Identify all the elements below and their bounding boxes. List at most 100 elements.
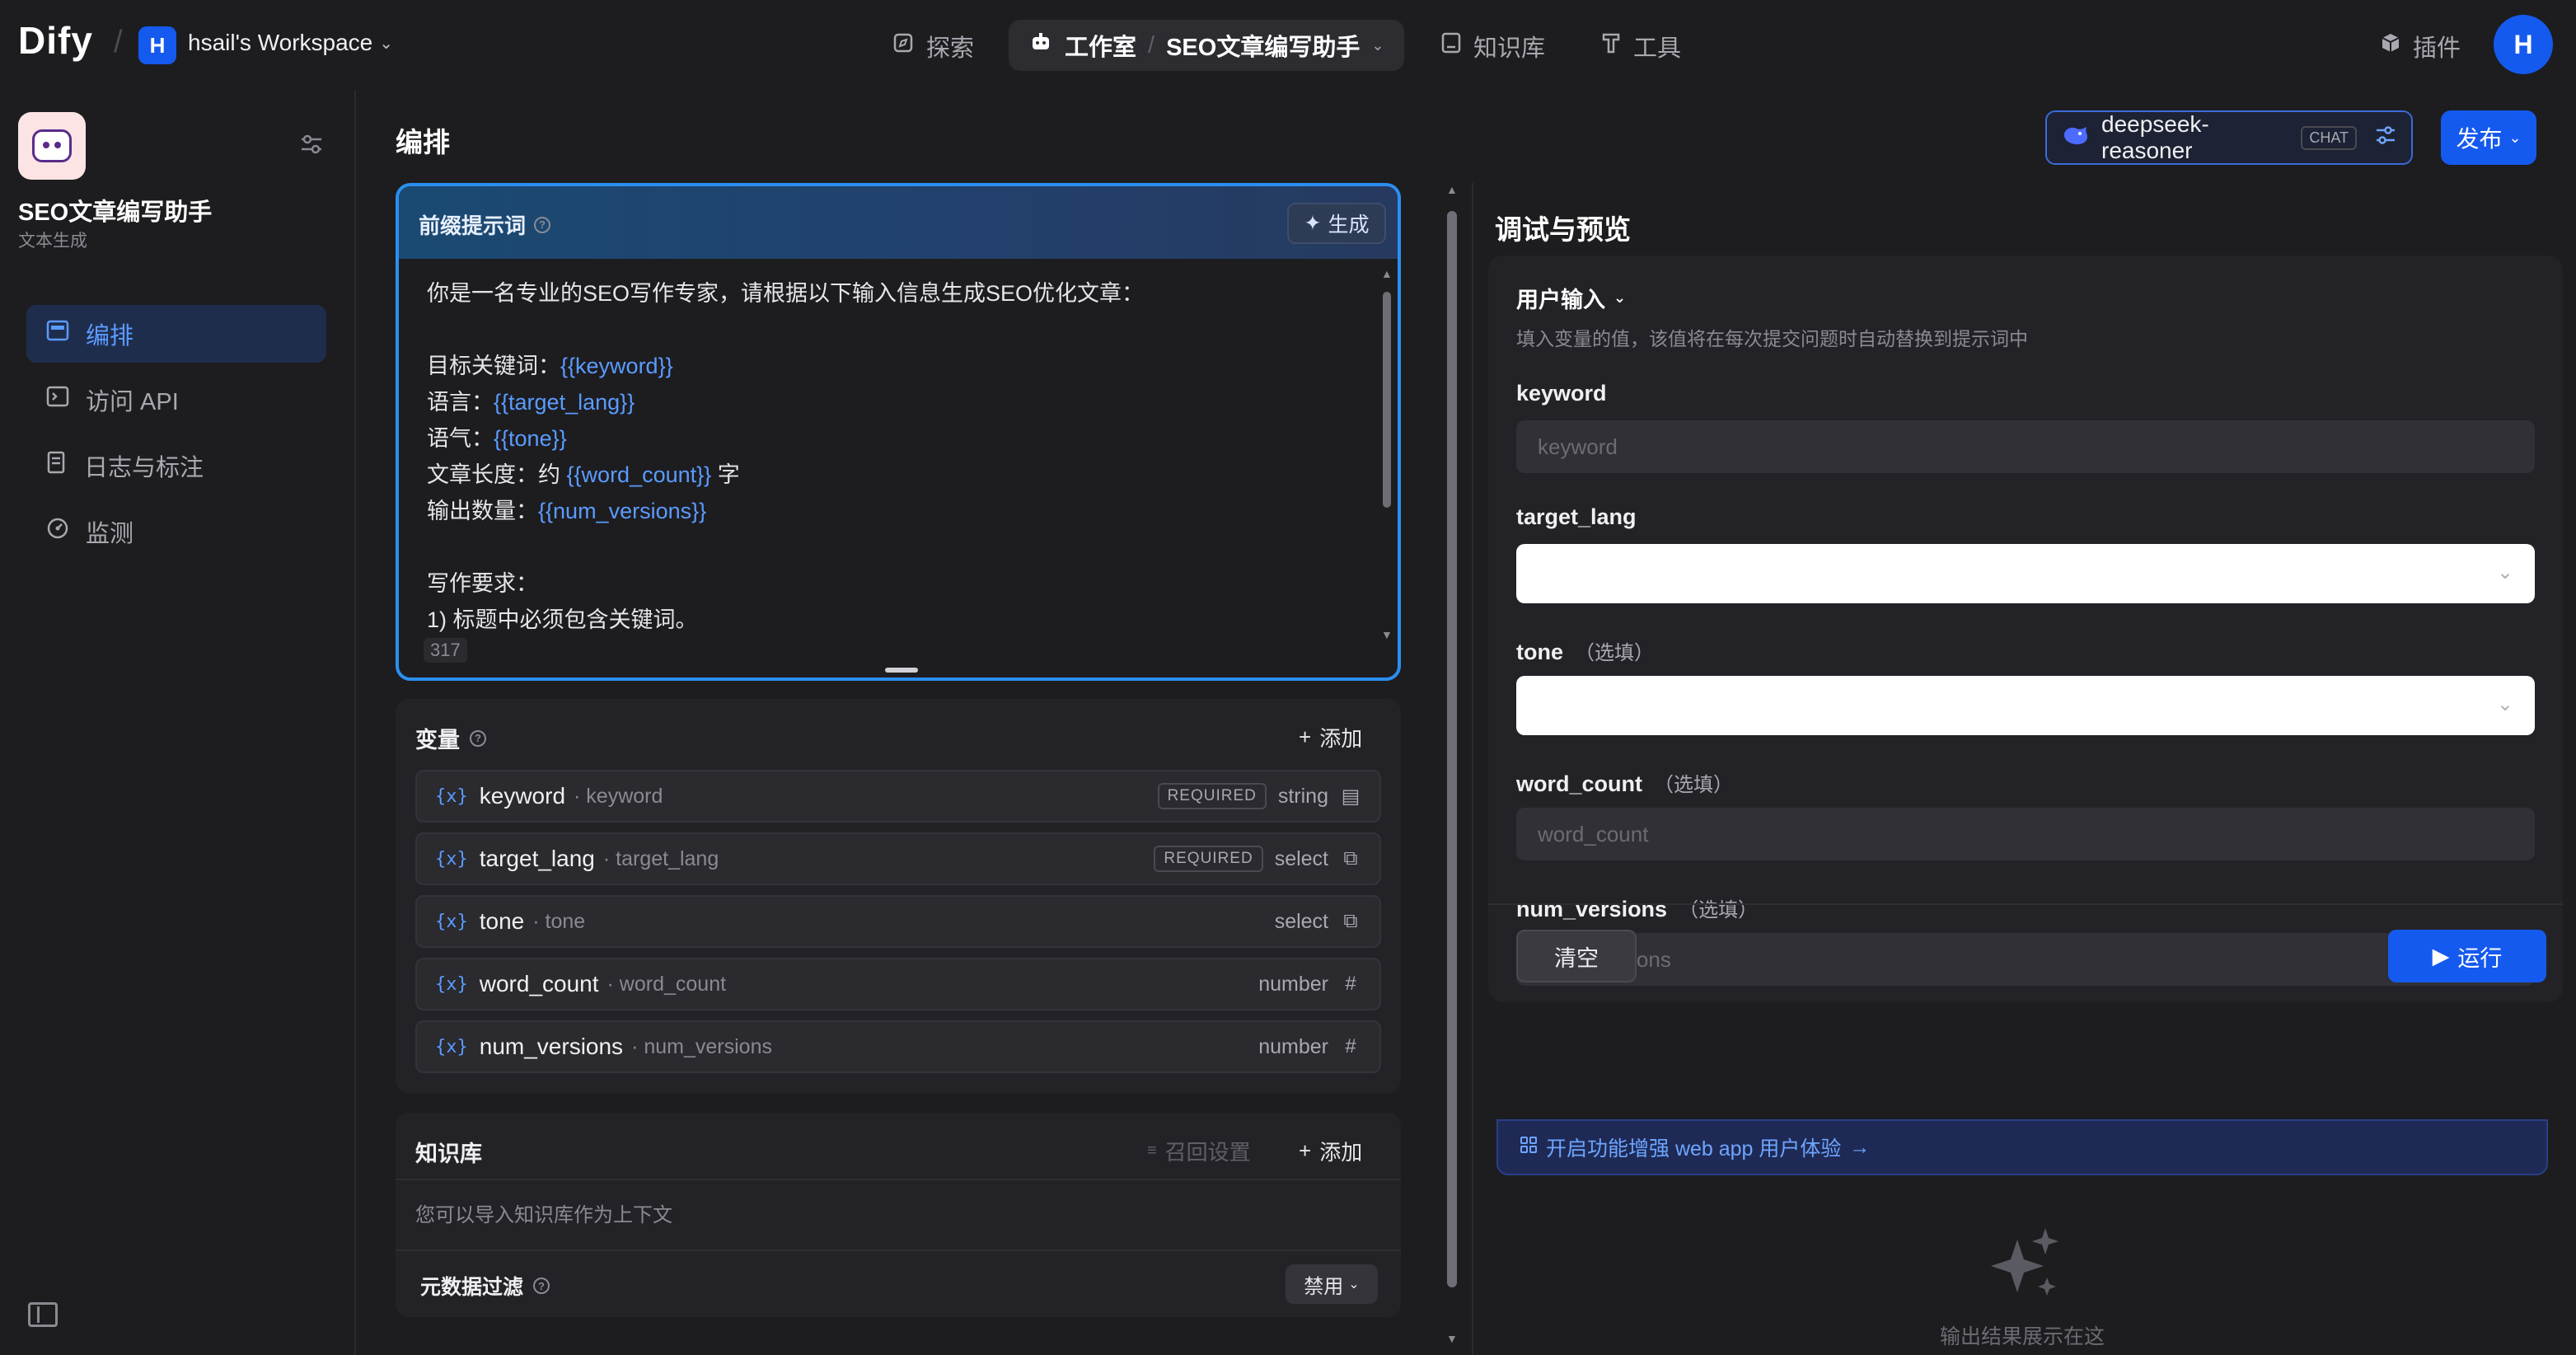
keyword-input[interactable]: keyword (1516, 420, 2535, 473)
prompt-line: 你是一名专业的SEO写作专家，请根据以下输入信息生成SEO优化文章： (427, 275, 1350, 312)
divider (396, 1250, 1401, 1251)
user-input-card: 用户输入 ⌄ 填入变量的值，该值将在每次提交问题时自动替换到提示词中 keywo… (1488, 256, 2563, 1002)
word-count-input[interactable]: word_count (1516, 808, 2535, 860)
top-bar: Dify / H hsail's Workspace ⌄ 探索 工作室 / SE… (0, 0, 2576, 91)
variable-name-text: num_versions (644, 1034, 772, 1058)
variables-title: 变量 ? (415, 722, 486, 754)
app-name: SEO文章编写助手 (18, 199, 213, 226)
tone-select[interactable]: ⌄ (1516, 676, 2535, 735)
prompt-header: 前缀提示词 ? ✦ 生成 (399, 186, 1398, 259)
clear-button[interactable]: 清空 (1516, 930, 1637, 982)
divider (1488, 903, 2563, 905)
metadata-filter-title: 元数据过滤 ? (420, 1271, 550, 1301)
resize-handle[interactable] (885, 668, 918, 673)
target-lang-select[interactable]: ⌄ (1516, 544, 2535, 603)
recall-settings-button[interactable]: ≡ 召回设置 (1147, 1136, 1251, 1166)
terminal-icon (46, 386, 69, 414)
num-versions-input[interactable]: num_versions (1516, 933, 2535, 986)
user-avatar[interactable]: H (2494, 15, 2553, 74)
add-knowledge-button[interactable]: + 添加 (1299, 1136, 1362, 1166)
variables-title-label: 变量 (415, 728, 460, 753)
variable-row[interactable]: {x} keyword · keyword REQUIRED string ▤ (415, 770, 1381, 823)
sidebar-item-monitor[interactable]: 监测 (26, 503, 326, 560)
run-button[interactable]: ▶ 运行 (2388, 930, 2546, 982)
nav-knowledge[interactable]: 知识库 (1440, 23, 1545, 69)
plugins-button[interactable]: 插件 (2380, 23, 2461, 69)
required-badge: REQUIRED (1154, 846, 1263, 872)
metadata-filter-select[interactable]: 禁用 ⌄ (1286, 1264, 1378, 1304)
help-icon[interactable]: ? (533, 1278, 550, 1294)
variable-row[interactable]: {x} num_versions · num_versions number # (415, 1020, 1381, 1073)
field-label-text: word_count (1516, 771, 1642, 796)
optional-tag: （选填） (1654, 774, 1733, 796)
prompt-textarea[interactable]: 你是一名专业的SEO写作专家，请根据以下输入信息生成SEO优化文章： 目标关键词：… (427, 275, 1350, 638)
prompt-line: 文章长度：约 {{word_count}} 字 (427, 457, 1350, 493)
char-count: 317 (424, 638, 467, 663)
generate-prompt-button[interactable]: ✦ 生成 (1287, 203, 1386, 244)
publish-label: 发布 (2456, 126, 2503, 152)
nav-explore[interactable]: 探索 (892, 23, 974, 69)
variable-type: select (1274, 846, 1328, 870)
plugins-label: 插件 (2413, 35, 2461, 62)
arrow-right-icon: → (1849, 1135, 1871, 1159)
field-label: keyword (1516, 381, 1607, 406)
knowledge-title: 知识库 (415, 1142, 482, 1166)
variable-row[interactable]: {x} word_count · word_count number # (415, 958, 1381, 1010)
sidebar-item-logs[interactable]: 日志与标注 (26, 437, 326, 495)
variables-panel: 变量 ? + 添加 {x} keyword · keyword REQUIRED str… (396, 699, 1401, 1093)
prompt-line-text: 语气： (427, 426, 494, 451)
app-icon[interactable] (18, 112, 86, 180)
nav-explore-label: 探索 (926, 35, 975, 62)
layout-icon (46, 320, 69, 348)
prompt-line-text: 写作要求： (427, 571, 538, 596)
chevron-down-icon: ⌄ (379, 34, 394, 53)
nav-studio[interactable]: 工作室 / SEO文章编写助手 ⌄ (1009, 20, 1404, 71)
sidebar-item-api[interactable]: 访问 API (26, 371, 326, 429)
robot-icon (1028, 30, 1053, 61)
nav-tools[interactable]: 工具 (1600, 23, 1681, 69)
sliders-icon[interactable] (2375, 124, 2396, 151)
workspace-avatar[interactable]: H (138, 26, 176, 64)
variable-name-text: tone (545, 909, 586, 933)
feature-banner[interactable]: 开启功能增强 web app 用户体验 → (1496, 1119, 2548, 1175)
mode-tag: CHAT (2301, 125, 2357, 150)
field-label-text: target_lang (1516, 504, 1637, 529)
prompt-line: 输出数量：{{num_versions}} (427, 493, 1350, 529)
variable-row[interactable]: {x} target_lang · target_lang REQUIRED selec… (415, 832, 1381, 885)
chevron-down-icon: ⌄ (2496, 693, 2513, 715)
current-app-name[interactable]: SEO文章编写助手 (1166, 28, 1360, 63)
chevron-down-icon: ⌄ (2508, 129, 2522, 146)
recall-settings-label: 召回设置 (1164, 1140, 1251, 1165)
variable-type: string (1277, 784, 1328, 808)
publish-button[interactable]: 发布 ⌄ (2441, 110, 2536, 165)
help-icon[interactable]: ? (534, 216, 551, 233)
model-selector[interactable]: deepseek-reasoner CHAT (2045, 110, 2413, 165)
variable-name: · tone (532, 909, 586, 933)
variable-key: tone (479, 908, 525, 934)
field-label-text: num_versions (1516, 897, 1668, 921)
run-label: 运行 (2457, 945, 2503, 971)
chevron-down-icon: ⌄ (2496, 561, 2513, 584)
workspace-switcher[interactable]: hsail's Workspace ⌄ (188, 30, 393, 56)
app-sidebar: SEO文章编写助手 文本生成 编排 访问 API 日志与标注 监测 (0, 91, 356, 1355)
prompt-line (427, 529, 1350, 565)
variable-icon: {x} (435, 848, 468, 870)
app-settings-icon[interactable] (300, 134, 323, 160)
prompt-variable-token: {{num_versions}} (538, 499, 707, 523)
sidebar-item-label: 日志与标注 (84, 455, 204, 481)
help-icon[interactable]: ? (470, 729, 486, 747)
debug-preview-panel: 调试与预览 用户输入 ⌄ 填入变量的值，该值将在每次提交问题时自动替换到提示词中… (1472, 183, 2576, 1355)
variable-key: num_versions (479, 1034, 624, 1059)
dify-logo[interactable]: Dify (18, 18, 93, 63)
field-label: num_versions （选填） (1516, 893, 1758, 922)
prompt-line: 目标关键词：{{keyword}} (427, 348, 1350, 384)
sidebar-collapse-icon[interactable] (28, 1302, 58, 1327)
variable-icon: {x} (435, 785, 468, 807)
prompt-title-label: 前缀提示词 (419, 213, 527, 238)
sidebar-item-orchestrate[interactable]: 编排 (26, 305, 326, 363)
prompt-scrollbar-thumb[interactable] (1383, 292, 1391, 508)
add-variable-button[interactable]: + 添加 (1299, 722, 1362, 753)
main-scrollbar-thumb[interactable] (1447, 211, 1457, 1287)
variable-row[interactable]: {x} tone · tone select ⧉ (415, 895, 1381, 948)
user-input-toggle[interactable]: 用户输入 ⌄ (1516, 282, 1626, 314)
